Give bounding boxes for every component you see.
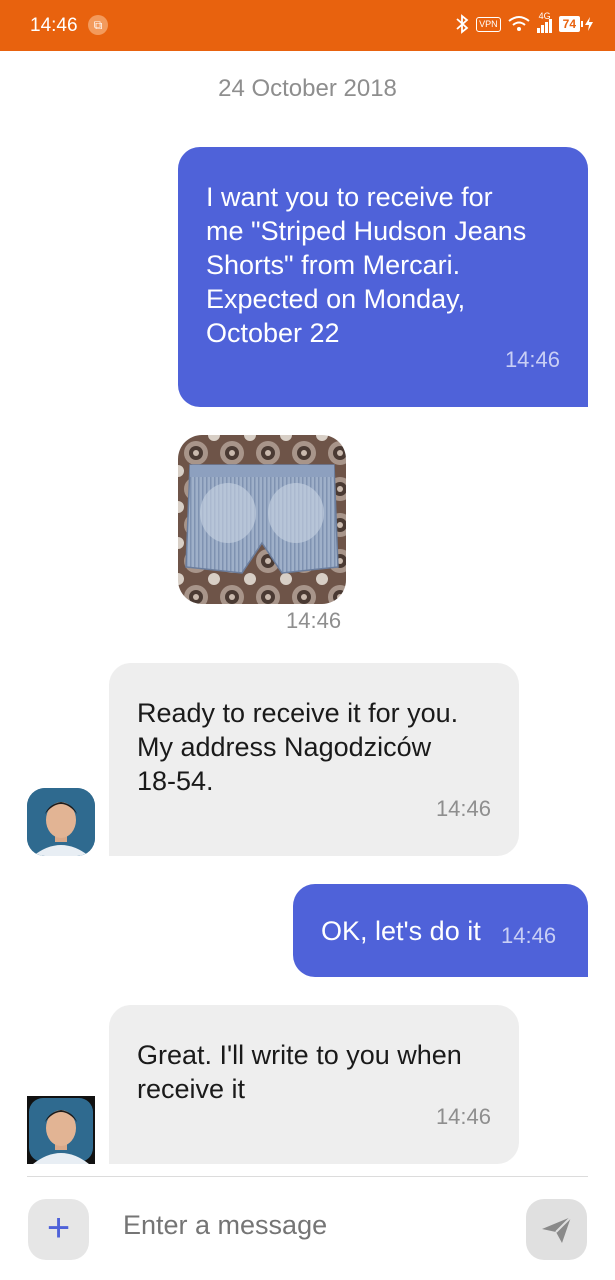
image-time: 14:46	[286, 608, 342, 633]
message-text-line: Shorts" from Mercari.	[206, 250, 461, 280]
bluetooth-icon	[456, 14, 469, 34]
message-text-line: Expected on Monday,	[206, 284, 466, 314]
battery-level: 74	[558, 16, 580, 32]
contact-avatar[interactable]	[27, 1096, 95, 1164]
network-type: 4G	[538, 11, 551, 21]
message-text-line: Great. I'll write to you when	[137, 1040, 462, 1070]
date-separator: 24 October 2018	[218, 75, 397, 102]
message-outgoing[interactable]: OK, let's do it 14:46	[293, 884, 588, 977]
message-incoming[interactable]: Great. I'll write to you when receive it…	[109, 1005, 519, 1164]
vpn-badge: VPN	[476, 16, 501, 32]
send-icon	[542, 1216, 572, 1243]
signal-icon: 4G	[536, 11, 552, 33]
message-input[interactable]	[123, 1210, 503, 1241]
screenshot-icon: ⧉	[88, 15, 108, 35]
wifi-icon	[508, 16, 530, 31]
message-outgoing[interactable]: I want you to receive for me "Striped Hu…	[178, 147, 588, 407]
add-attachment-button[interactable]: +	[28, 1199, 89, 1260]
contact-avatar[interactable]	[27, 788, 95, 856]
message-time: 14:46	[501, 923, 557, 948]
message-text-line: 18-54.	[137, 766, 214, 796]
message-text-line: I want you to receive for	[206, 182, 493, 212]
message-text-line: me "Striped Hudson Jeans	[206, 216, 527, 246]
plus-icon: +	[46, 1206, 71, 1250]
message-time: 14:46	[435, 796, 491, 821]
jeans-shorts-photo[interactable]	[178, 435, 346, 604]
message-text-line: My address Nagodziców	[137, 732, 432, 762]
status-icons: VPN 4G 74	[455, 11, 593, 34]
message-time: 14:46	[504, 347, 560, 372]
status-time: 14:46	[30, 15, 78, 36]
message-time: 14:46	[435, 1104, 491, 1129]
message-text-line: Ready to receive it for you.	[137, 698, 459, 728]
message-incoming[interactable]: Ready to receive it for you. My address …	[109, 663, 519, 856]
charging-icon	[585, 17, 593, 31]
send-button[interactable]	[526, 1199, 587, 1260]
battery-icon: 74	[558, 16, 593, 32]
status-bar: 14:46 ⧉ VPN 4G 74	[0, 0, 615, 51]
message-text-line: receive it	[137, 1074, 246, 1104]
message-text-line: October 22	[206, 318, 340, 348]
composer-divider	[27, 1176, 588, 1177]
message-text-line: OK, let's do it	[321, 916, 481, 946]
